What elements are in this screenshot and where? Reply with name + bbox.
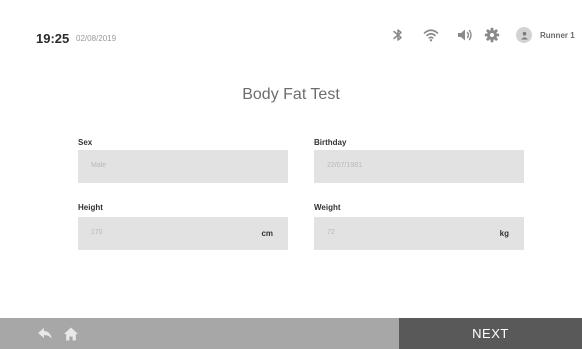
weight-label: Weight	[314, 203, 341, 212]
weight-field[interactable]: 72 kg	[314, 217, 524, 250]
height-unit: cm	[261, 229, 273, 238]
user-name: Runner 1	[540, 30, 575, 40]
weight-value: 72	[327, 229, 335, 236]
gear-icon[interactable]	[483, 26, 501, 44]
birthday-field[interactable]: 22/07/1981	[314, 150, 524, 183]
home-icon[interactable]	[62, 325, 80, 343]
sex-value: Male	[91, 162, 107, 169]
sex-label: Sex	[78, 138, 93, 147]
next-button[interactable]: NEXT	[399, 318, 582, 349]
weight-unit: kg	[499, 229, 509, 238]
height-label: Height	[78, 203, 103, 212]
birthday-value: 22/07/1981	[327, 162, 363, 169]
user-profile[interactable]: Runner 1	[516, 27, 575, 43]
clock-date: 02/08/2019	[76, 34, 117, 43]
birthday-label: Birthday	[314, 138, 347, 147]
back-arrow-icon[interactable]	[36, 325, 54, 343]
sex-field[interactable]: Male	[78, 150, 288, 183]
bottom-bar: NEXT	[0, 318, 582, 349]
user-icon	[516, 27, 532, 43]
wifi-icon[interactable]	[422, 26, 440, 44]
body-fat-test-screen: 19:25 02/08/2019 Runner 1 Body Fat Test …	[0, 0, 582, 349]
status-bar: 19:25 02/08/2019 Runner 1	[0, 0, 582, 60]
height-field[interactable]: 170 cm	[78, 217, 288, 250]
volume-icon[interactable]	[456, 26, 474, 44]
clock-time: 19:25	[36, 31, 70, 46]
page-title: Body Fat Test	[242, 86, 340, 103]
height-value: 170	[91, 229, 103, 236]
bluetooth-icon[interactable]	[389, 26, 407, 44]
